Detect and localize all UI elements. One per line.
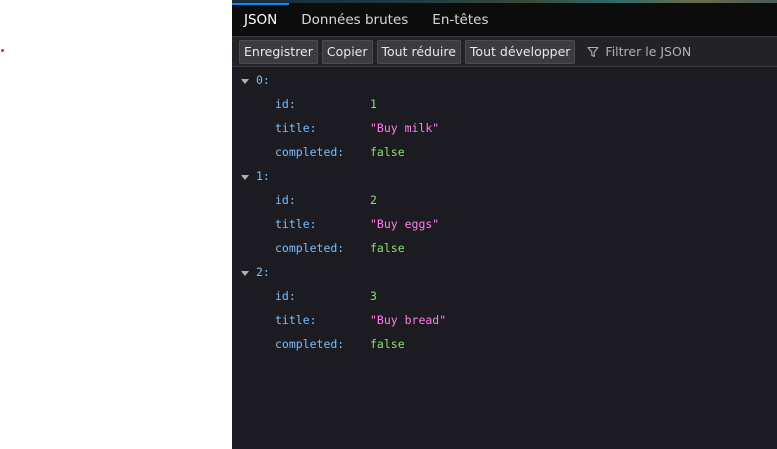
property-value: false bbox=[370, 337, 405, 351]
save-button[interactable]: Enregistrer bbox=[239, 39, 318, 64]
tab-headers[interactable]: En-têtes bbox=[420, 3, 500, 36]
expand-triangle-icon[interactable] bbox=[240, 171, 250, 181]
tree-row[interactable]: title: "Buy bread" bbox=[232, 308, 777, 332]
tree-row[interactable]: id: 3 bbox=[232, 284, 777, 308]
tab-raw-data[interactable]: Données brutes bbox=[289, 3, 420, 36]
property-value: 2 bbox=[370, 193, 377, 207]
array-index: 1: bbox=[256, 169, 270, 183]
tree-row-0[interactable]: 0: bbox=[232, 68, 777, 92]
tree-row[interactable]: completed: false bbox=[232, 236, 777, 260]
property-key: completed: bbox=[275, 145, 345, 159]
collapse-all-button[interactable]: Tout réduire bbox=[376, 39, 461, 64]
property-key: title: bbox=[275, 217, 317, 231]
property-value: 3 bbox=[370, 289, 377, 303]
expand-triangle-icon[interactable] bbox=[240, 267, 250, 277]
expand-triangle-icon[interactable] bbox=[240, 75, 250, 85]
property-value: false bbox=[370, 241, 405, 255]
tree-row[interactable]: title: "Buy milk" bbox=[232, 116, 777, 140]
property-key: title: bbox=[275, 313, 317, 327]
page: JSON Données brutes En-têtes Enregistrer… bbox=[0, 0, 777, 449]
tree-row[interactable]: title: "Buy eggs" bbox=[232, 212, 777, 236]
tree-row[interactable]: completed: false bbox=[232, 332, 777, 356]
blank-area bbox=[0, 0, 232, 449]
property-key: id: bbox=[275, 289, 296, 303]
tab-bar: JSON Données brutes En-têtes bbox=[232, 3, 777, 37]
funnel-icon bbox=[587, 46, 599, 58]
filter-json-input[interactable] bbox=[605, 44, 756, 59]
property-value: "Buy eggs" bbox=[370, 217, 440, 231]
tab-json[interactable]: JSON bbox=[232, 3, 290, 36]
tree-row[interactable]: id: 2 bbox=[232, 188, 777, 212]
json-viewer: JSON Données brutes En-têtes Enregistrer… bbox=[232, 0, 777, 449]
array-index: 0: bbox=[256, 73, 270, 87]
property-key: id: bbox=[275, 97, 296, 111]
property-value: false bbox=[370, 145, 405, 159]
property-value: "Buy bread" bbox=[370, 313, 447, 327]
filter-box bbox=[587, 40, 756, 64]
property-key: id: bbox=[275, 193, 296, 207]
tree-row-2[interactable]: 2: bbox=[232, 260, 777, 284]
property-key: title: bbox=[275, 121, 317, 135]
tree-row[interactable]: completed: false bbox=[232, 140, 777, 164]
array-index: 2: bbox=[256, 265, 270, 279]
expand-all-button[interactable]: Tout développer bbox=[464, 39, 576, 64]
property-key: completed: bbox=[275, 241, 345, 255]
copy-button[interactable]: Copier bbox=[321, 39, 373, 64]
tree-row-1[interactable]: 1: bbox=[232, 164, 777, 188]
tree-row[interactable]: id: 1 bbox=[232, 92, 777, 116]
property-key: completed: bbox=[275, 337, 345, 351]
property-value: 1 bbox=[370, 97, 377, 111]
toolbar: Enregistrer Copier Tout réduire Tout dév… bbox=[232, 37, 777, 67]
red-dot bbox=[1, 49, 4, 52]
json-tree: 0: id: 1 title: "Buy milk" completed: fa… bbox=[232, 68, 777, 356]
property-value: "Buy milk" bbox=[370, 121, 440, 135]
